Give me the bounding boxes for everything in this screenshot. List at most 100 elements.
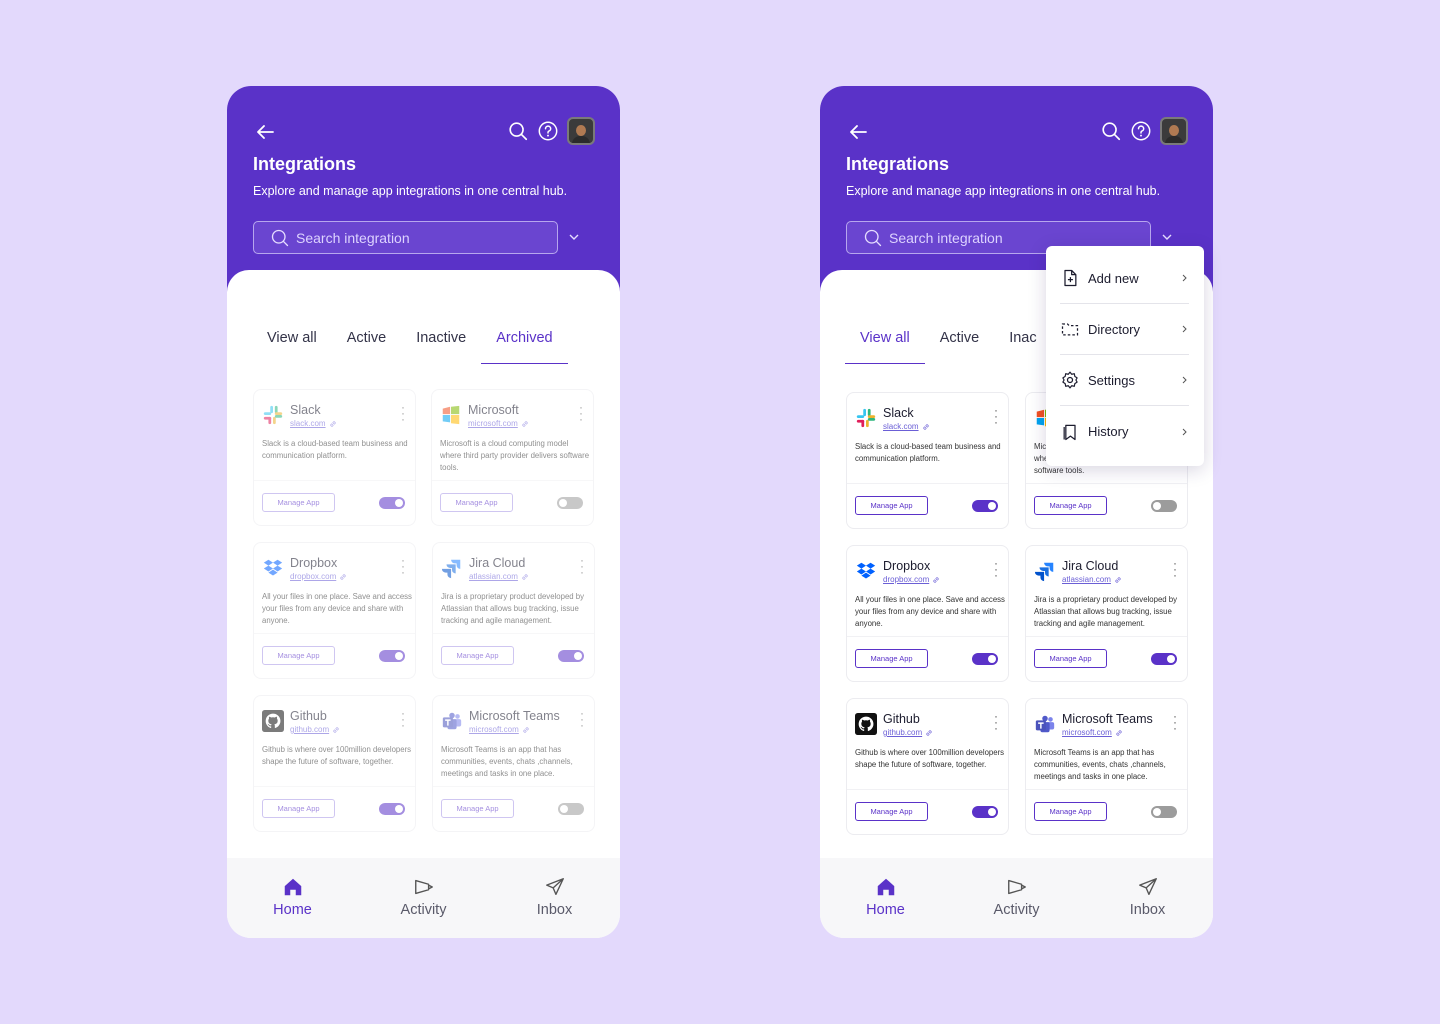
github-logo-icon: [855, 713, 877, 735]
integration-card-slack: Slack slack.com · · · Slack is a cloud-based …: [253, 389, 416, 526]
megaphone-icon: [414, 879, 433, 895]
manage-app-button[interactable]: Manage App: [441, 646, 514, 665]
enable-toggle[interactable]: [558, 803, 584, 815]
nav-activity[interactable]: Activity: [379, 876, 469, 918]
enable-toggle[interactable]: [972, 806, 998, 818]
card-app-url[interactable]: dropbox.com: [883, 575, 940, 584]
card-app-url[interactable]: microsoft.com: [1062, 728, 1123, 737]
nav-home[interactable]: Home: [248, 876, 338, 918]
manage-app-button[interactable]: Manage App: [1034, 496, 1107, 515]
card-url-text: microsoft.com: [469, 725, 519, 734]
integration-card-microsoft-teams: Microsoft Teams microsoft.com · · · Microsoft…: [1025, 698, 1188, 835]
send-icon: [1138, 878, 1157, 896]
help-icon[interactable]: [1130, 120, 1152, 142]
tab-archived[interactable]: Archived: [481, 330, 569, 364]
card-app-url[interactable]: github.com: [883, 728, 933, 737]
tab-view-all[interactable]: View all: [845, 330, 925, 364]
avatar[interactable]: [567, 117, 595, 145]
card-app-url[interactable]: slack.com: [290, 419, 337, 428]
menu-item-label: History: [1088, 424, 1129, 439]
more-options-icon[interactable]: ···: [580, 707, 584, 731]
chevron-right-icon: [1182, 376, 1187, 384]
card-app-url[interactable]: dropbox.com: [290, 572, 347, 581]
tab-inactive[interactable]: Inactive: [401, 330, 481, 364]
manage-app-button[interactable]: Manage App: [262, 799, 335, 818]
card-app-url[interactable]: microsoft.com: [468, 419, 529, 428]
more-options-icon[interactable]: ···: [401, 707, 405, 731]
search-icon[interactable]: [507, 120, 529, 142]
manage-app-button[interactable]: Manage App: [855, 802, 928, 821]
dropbox-logo-icon: [262, 557, 284, 579]
more-options-icon[interactable]: ···: [994, 557, 998, 581]
card-app-url[interactable]: atlassian.com: [1062, 575, 1122, 584]
page-subtitle: Explore and manage app integrations in o…: [846, 184, 1161, 198]
card-app-name: Jira Cloud: [469, 556, 526, 570]
help-icon[interactable]: [537, 120, 559, 142]
more-options-icon[interactable]: ···: [994, 404, 998, 428]
more-options-icon[interactable]: ···: [994, 710, 998, 734]
manage-app-button[interactable]: Manage App: [262, 646, 335, 665]
more-options-icon[interactable]: ···: [1173, 710, 1177, 734]
card-app-url[interactable]: atlassian.com: [469, 572, 529, 581]
enable-toggle[interactable]: [1151, 653, 1177, 665]
card-app-url[interactable]: slack.com: [883, 422, 930, 431]
more-options-icon[interactable]: ···: [580, 554, 584, 578]
enable-toggle[interactable]: [972, 653, 998, 665]
card-app-url[interactable]: github.com: [290, 725, 340, 734]
manage-app-button[interactable]: Manage App: [441, 799, 514, 818]
nav-home[interactable]: Home: [841, 876, 931, 918]
nav-activity[interactable]: Activity: [972, 876, 1062, 918]
card-app-url[interactable]: microsoft.com: [469, 725, 530, 734]
back-button[interactable]: [846, 120, 870, 144]
card-app-name: Microsoft Teams: [469, 709, 560, 723]
manage-app-button[interactable]: Manage App: [855, 649, 928, 668]
enable-toggle[interactable]: [558, 650, 584, 662]
avatar[interactable]: [1160, 117, 1188, 145]
tab-active[interactable]: Active: [332, 330, 402, 364]
search-icon[interactable]: [1100, 120, 1122, 142]
enable-toggle[interactable]: [1151, 500, 1177, 512]
enable-toggle[interactable]: [379, 650, 405, 662]
tab-active[interactable]: Active: [925, 330, 995, 364]
card-url-text: dropbox.com: [290, 572, 337, 581]
bottom-nav: Home Activity Inbox: [227, 858, 620, 938]
manage-app-button[interactable]: Manage App: [1034, 649, 1107, 668]
more-options-icon[interactable]: ···: [1173, 557, 1177, 581]
enable-toggle[interactable]: [379, 497, 405, 509]
more-options-icon[interactable]: ···: [579, 401, 583, 425]
link-icon: [1115, 576, 1121, 583]
chevron-down-icon[interactable]: [568, 231, 580, 243]
card-app-name: Github: [290, 709, 327, 723]
menu-item-add-new[interactable]: Add new: [1060, 253, 1189, 304]
manage-app-button[interactable]: Manage App: [440, 493, 513, 512]
search-input[interactable]: [889, 229, 1129, 246]
nav-inbox[interactable]: Inbox: [1103, 876, 1193, 918]
enable-toggle[interactable]: [379, 803, 405, 815]
chevron-down-icon[interactable]: [1161, 231, 1173, 243]
nav-inbox-label: Inbox: [1129, 902, 1166, 918]
search-bar[interactable]: [253, 221, 558, 254]
card-divider: [847, 789, 1008, 790]
gear-icon: [1062, 371, 1078, 389]
menu-item-directory[interactable]: Directory: [1060, 304, 1189, 355]
enable-toggle[interactable]: [1151, 806, 1177, 818]
menu-item-settings[interactable]: Settings: [1060, 355, 1189, 406]
card-description: All your files in one place. Save and ac…: [262, 592, 412, 625]
card-app-name: Slack: [883, 406, 914, 420]
enable-toggle[interactable]: [972, 500, 998, 512]
tab-inactive[interactable]: Inac: [994, 330, 1051, 364]
card-app-name: Jira Cloud: [1062, 559, 1119, 573]
manage-app-button[interactable]: Manage App: [262, 493, 335, 512]
search-input[interactable]: [296, 229, 536, 246]
microsoft-logo-icon: [440, 404, 462, 426]
tab-view-all[interactable]: View all: [252, 330, 332, 364]
nav-inbox[interactable]: Inbox: [510, 876, 600, 918]
more-options-icon[interactable]: ···: [401, 554, 405, 578]
menu-item-history[interactable]: History: [1060, 406, 1189, 457]
more-options-icon[interactable]: ···: [401, 401, 405, 425]
card-divider: [847, 636, 1008, 637]
manage-app-button[interactable]: Manage App: [855, 496, 928, 515]
enable-toggle[interactable]: [557, 497, 583, 509]
back-button[interactable]: [253, 120, 277, 144]
manage-app-button[interactable]: Manage App: [1034, 802, 1107, 821]
